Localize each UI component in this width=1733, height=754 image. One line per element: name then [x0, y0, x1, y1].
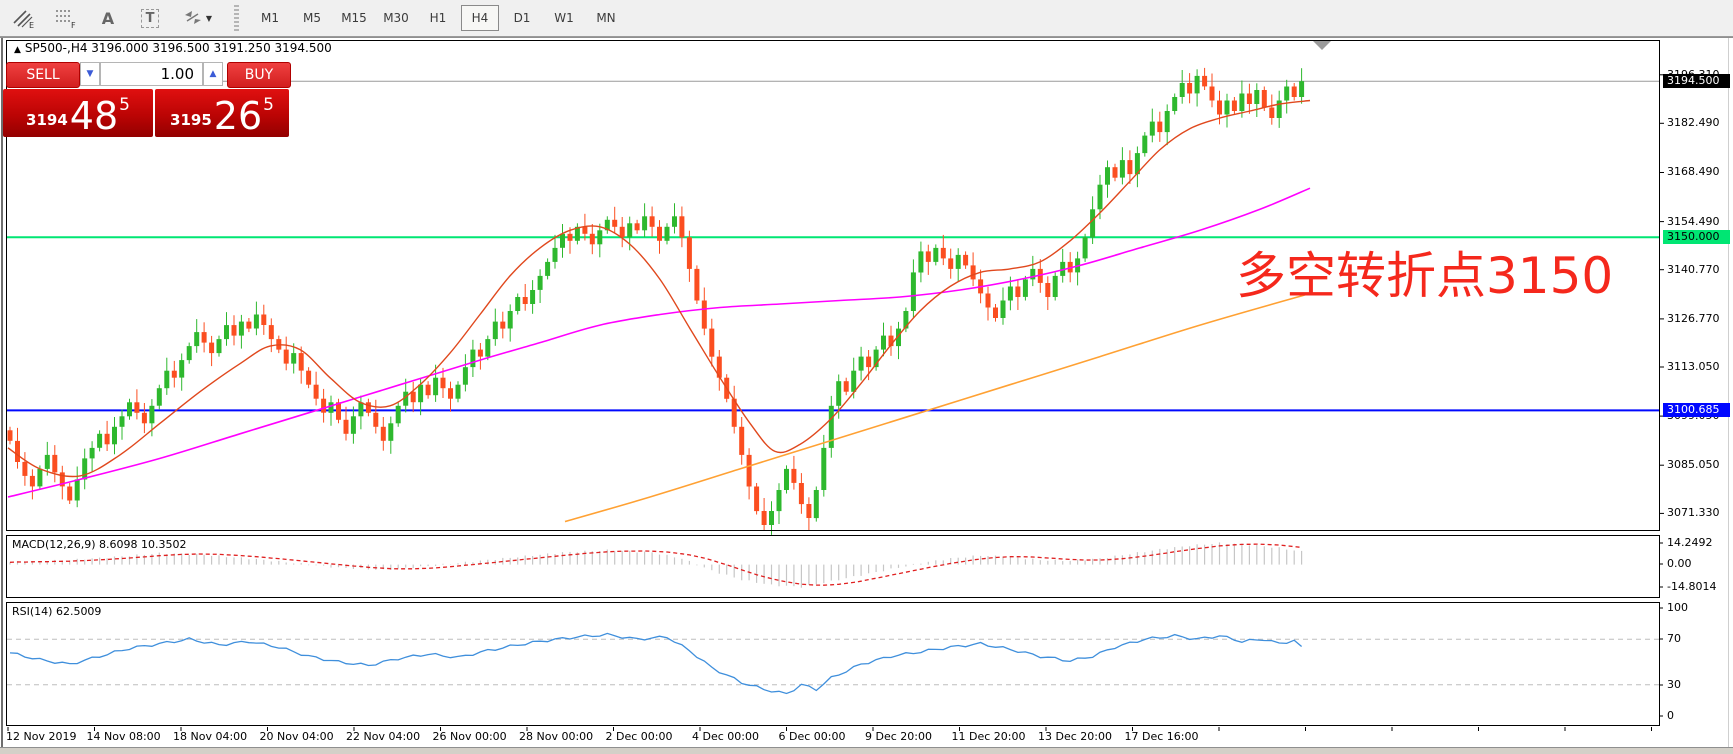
- toolbar-grip-handle[interactable]: [234, 5, 239, 31]
- time-axis-label: 11 Dec 20:00: [952, 730, 1026, 743]
- time-axis-label: 14 Nov 08:00: [87, 730, 161, 743]
- window-right-border: [1728, 38, 1729, 753]
- timeframe-d1-button[interactable]: D1: [503, 5, 541, 31]
- timeframe-mn-button[interactable]: MN: [587, 5, 625, 31]
- text-tool-button[interactable]: A: [90, 3, 126, 33]
- macd-label: MACD(12,26,9) 8.6098 10.3502: [12, 538, 187, 551]
- time-axis-label: 13 Dec 20:00: [1038, 730, 1112, 743]
- buy-price-big: 26: [214, 99, 262, 133]
- fibonacci-icon: F: [54, 7, 78, 29]
- volume-increase-button[interactable]: ▲: [203, 62, 223, 86]
- price-axis-label: 3140.770: [1667, 263, 1720, 276]
- price-axis-label: 3126.770: [1667, 312, 1720, 325]
- timeframe-m30-button[interactable]: M30: [377, 5, 415, 31]
- window-divider: [0, 37, 1733, 38]
- time-axis-label: 9 Dec 20:00: [865, 730, 932, 743]
- arrows-icon: [182, 8, 204, 28]
- volume-decrease-button[interactable]: ▼: [80, 62, 100, 86]
- time-axis-label: 26 Nov 00:00: [433, 730, 507, 743]
- time-axis-label: 22 Nov 04:00: [346, 730, 420, 743]
- label-tool-button[interactable]: T: [132, 3, 168, 33]
- price-axis-label: -14.8014: [1667, 580, 1716, 593]
- buy-price-sup: 5: [263, 95, 274, 115]
- timeframe-bar: M1M5M15M30H1H4D1W1MN: [247, 5, 625, 31]
- sell-button[interactable]: SELL: [6, 62, 80, 88]
- svg-text:F: F: [71, 21, 76, 29]
- timeframe-m1-button[interactable]: M1: [251, 5, 289, 31]
- sell-quote-box[interactable]: 3194 48 5: [3, 89, 153, 137]
- up-arrow-icon: ▲: [210, 69, 217, 79]
- time-axis-label: 6 Dec 00:00: [779, 730, 846, 743]
- time-axis-label: 4 Dec 00:00: [692, 730, 759, 743]
- text-tool-icon: A: [102, 9, 114, 28]
- price-axis-label: 3168.490: [1667, 165, 1720, 178]
- symbol-header: ▲ SP500-,H4 3196.000 3196.500 3191.250 31…: [14, 41, 332, 55]
- arrows-tool-button[interactable]: ▼: [174, 3, 220, 33]
- price-axis-label: 3154.490: [1667, 215, 1720, 228]
- price-axis-label: 0: [1667, 709, 1674, 722]
- volume-input[interactable]: [100, 62, 203, 86]
- price-axis-label: 3113.050: [1667, 360, 1720, 373]
- timeframe-m5-button[interactable]: M5: [293, 5, 331, 31]
- equidistant-channel-icon: E: [12, 7, 36, 29]
- toolbar: E F A T ▼ M1M5M15M30H1H4D1W1MN: [0, 0, 1733, 37]
- time-axis-label: 17 Dec 16:00: [1125, 730, 1199, 743]
- window-left-border: [1, 38, 3, 753]
- timeframe-w1-button[interactable]: W1: [545, 5, 583, 31]
- price-badge: 3100.685: [1663, 403, 1730, 417]
- fibonacci-tool-button[interactable]: F: [48, 3, 84, 33]
- time-axis-label: 20 Nov 04:00: [260, 730, 334, 743]
- timeframe-m15-button[interactable]: M15: [335, 5, 373, 31]
- time-axis-label: 18 Nov 04:00: [173, 730, 247, 743]
- buy-button[interactable]: BUY: [227, 62, 291, 88]
- price-badge: 3194.500: [1663, 74, 1730, 88]
- one-click-trade-panel: SELL ▼ ▲ BUY 3194 48 5 3195 26 5: [6, 58, 289, 137]
- rsi-label: RSI(14) 62.5009: [12, 605, 101, 618]
- price-axis-label: 100: [1667, 601, 1688, 614]
- price-axis-label: 3182.490: [1667, 116, 1720, 129]
- price-axis-label: 0.00: [1667, 557, 1692, 570]
- buy-quote-box[interactable]: 3195 26 5: [155, 89, 289, 137]
- chart-annotation-text[interactable]: 多空转折点3150: [1236, 250, 1613, 302]
- sell-price-sup: 5: [119, 95, 130, 115]
- svg-text:E: E: [29, 21, 34, 29]
- timeframe-h1-button[interactable]: H1: [419, 5, 457, 31]
- channel-tool-button[interactable]: E: [6, 3, 42, 33]
- time-axis-label: 2 Dec 00:00: [606, 730, 673, 743]
- price-badge: 3150.000: [1663, 230, 1730, 244]
- sell-price-prefix: 3194: [26, 111, 68, 129]
- price-axis-label: 70: [1667, 632, 1681, 645]
- price-axis-label: 30: [1667, 678, 1681, 691]
- dropdown-caret-icon: ▼: [206, 14, 212, 23]
- symbol-info-text: SP500-,H4 3196.000 3196.500 3191.250 319…: [25, 41, 332, 55]
- price-axis-label: 3085.050: [1667, 458, 1720, 471]
- collapse-arrow-icon[interactable]: ▲: [14, 45, 21, 55]
- label-tool-icon: T: [141, 9, 160, 28]
- timeframe-h4-button[interactable]: H4: [461, 5, 499, 31]
- price-axis-label: 14.2492: [1667, 536, 1713, 549]
- price-axis-label: 3071.330: [1667, 506, 1720, 519]
- time-axis-label: 12 Nov 2019: [6, 730, 76, 743]
- down-arrow-icon: ▼: [87, 69, 94, 79]
- sell-price-big: 48: [70, 99, 118, 133]
- time-axis-label: 28 Nov 00:00: [519, 730, 593, 743]
- buy-price-prefix: 3195: [170, 111, 212, 129]
